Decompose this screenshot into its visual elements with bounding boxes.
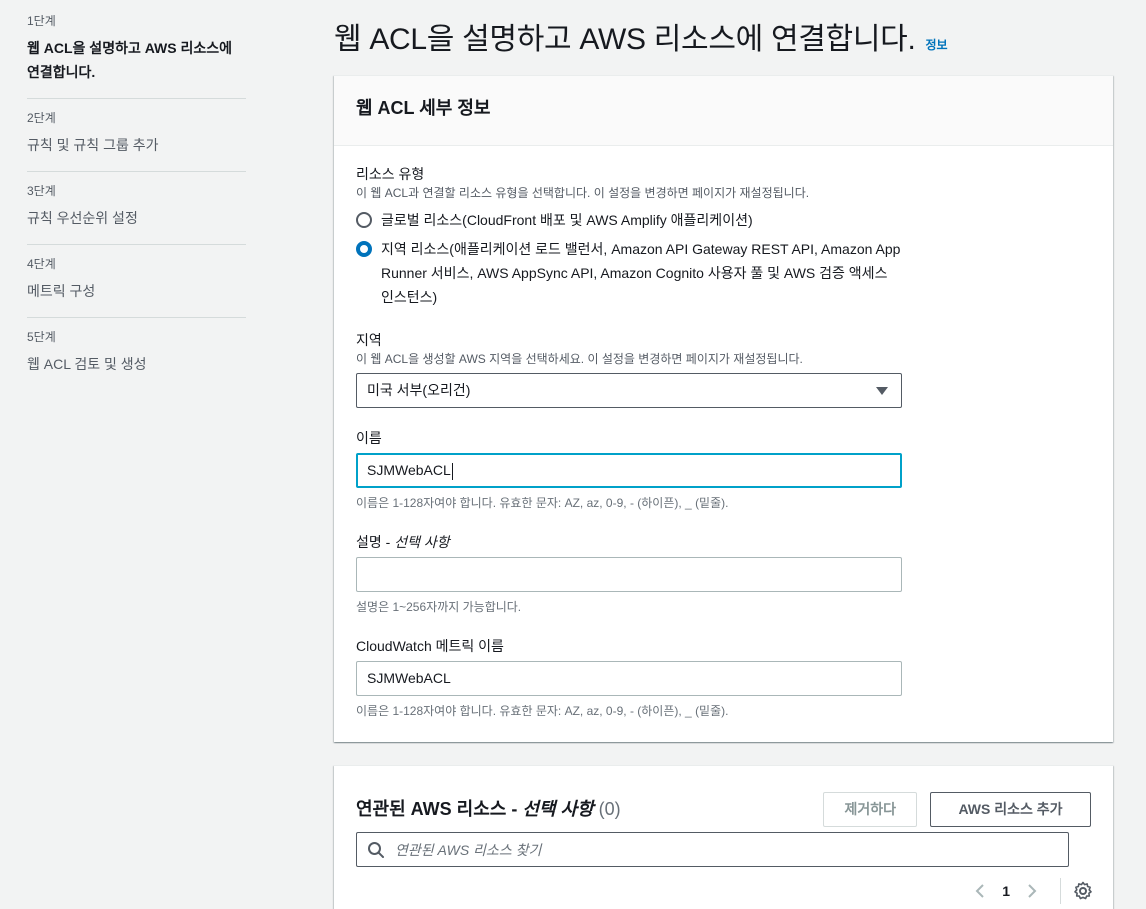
step-title[interactable]: 메트릭 구성 bbox=[27, 279, 246, 303]
search-placeholder: 연관된 AWS 리소스 찾기 bbox=[395, 841, 542, 858]
field-description: 이 웹 ACL을 생성할 AWS 지역을 선택하세요. 이 설정을 변경하면 페… bbox=[356, 352, 803, 366]
region-select[interactable]: 미국 서부(오리건) bbox=[356, 373, 902, 408]
chevron-right-icon[interactable] bbox=[1022, 882, 1040, 900]
field-description: 이 웹 ACL과 연결할 리소스 유형을 선택합니다. 이 설정을 변경하면 페… bbox=[356, 186, 810, 200]
field-label: 설명 - 선택 사항 bbox=[356, 534, 450, 550]
resources-heading: 연관된 AWS 리소스 - 선택 사항 (0) bbox=[356, 799, 621, 819]
info-link[interactable]: 정보 bbox=[926, 36, 948, 53]
step-number: 2단계 bbox=[27, 111, 56, 125]
field-constraint: 이름은 1-128자여야 합니다. 유효한 문자: AZ, az, 0-9, -… bbox=[356, 704, 729, 718]
add-aws-resource-button[interactable]: AWS 리소스 추가 bbox=[930, 791, 1091, 827]
step-title: 웹 ACL을 설명하고 AWS 리소스에 연결합니다. bbox=[27, 40, 233, 80]
pagination: 1 bbox=[960, 878, 1093, 904]
page-title: 웹 ACL을 설명하고 AWS 리소스에 연결합니다. bbox=[334, 23, 916, 56]
radio-label[interactable]: 지역 리소스(애플리케이션 로드 밸런서, Amazon API Gateway… bbox=[381, 237, 901, 309]
metric-name-input[interactable]: SJMWebACL bbox=[356, 661, 902, 696]
step-title[interactable]: 웹 ACL 검토 및 생성 bbox=[27, 352, 246, 376]
step-2[interactable]: 2단계 규칙 및 규칙 그룹 추가 bbox=[27, 99, 246, 172]
associated-resources-panel: 연관된 AWS 리소스 - 선택 사항 (0) 제거하다 AWS 리소스 추가 … bbox=[334, 765, 1113, 909]
field-constraint: 설명은 1~256자까지 가능합니다. bbox=[356, 600, 522, 614]
field-constraint: 이름은 1-128자여야 합니다. 유효한 문자: AZ, az, 0-9, -… bbox=[356, 496, 729, 510]
description-field: 설명 - 선택 사항 설명은 1~256자까지 가능합니다. bbox=[356, 532, 1091, 615]
radio-button[interactable] bbox=[356, 212, 372, 228]
step-1: 1단계 웹 ACL을 설명하고 AWS 리소스에 연결합니다. bbox=[27, 0, 246, 99]
region-field: 지역 이 웹 ACL을 생성할 AWS 지역을 선택하세요. 이 설정을 변경하… bbox=[356, 330, 1091, 408]
search-icon bbox=[368, 841, 384, 858]
current-page[interactable]: 1 bbox=[1002, 883, 1010, 899]
description-input[interactable] bbox=[356, 557, 902, 592]
radio-regional-resources[interactable]: 지역 리소스(애플리케이션 로드 밸런서, Amazon API Gateway… bbox=[356, 237, 1091, 309]
name-input[interactable]: SJMWebACL bbox=[356, 453, 902, 488]
name-field: 이름 SJMWebACL 이름은 1-128자여야 합니다. 유효한 문자: A… bbox=[356, 428, 1091, 511]
panel-heading: 웹 ACL 세부 정보 bbox=[334, 76, 1113, 146]
optional-label: 선택 사항 bbox=[394, 534, 450, 550]
radio-global-resources[interactable]: 글로벌 리소스(CloudFront 배포 및 AWS Amplify 애플리케… bbox=[356, 208, 1091, 232]
step-number: 5단계 bbox=[27, 330, 56, 344]
radio-label[interactable]: 글로벌 리소스(CloudFront 배포 및 AWS Amplify 애플리케… bbox=[381, 208, 901, 232]
field-label: 리소스 유형 bbox=[356, 166, 425, 182]
page-header: 웹 ACL을 설명하고 AWS 리소스에 연결합니다. 정보 bbox=[334, 14, 948, 58]
remove-button[interactable]: 제거하다 bbox=[823, 791, 917, 827]
gear-icon[interactable] bbox=[1073, 881, 1093, 901]
step-number: 4단계 bbox=[27, 257, 56, 271]
text-cursor bbox=[451, 462, 453, 480]
web-acl-details-panel: 웹 ACL 세부 정보 리소스 유형 이 웹 ACL과 연결할 리소스 유형을 … bbox=[334, 75, 1113, 742]
step-title[interactable]: 규칙 우선순위 설정 bbox=[27, 206, 246, 230]
step-number: 1단계 bbox=[27, 14, 56, 28]
field-label: 이름 bbox=[356, 430, 382, 446]
resource-search-input[interactable]: 연관된 AWS 리소스 찾기 bbox=[356, 832, 1069, 867]
step-3[interactable]: 3단계 규칙 우선순위 설정 bbox=[27, 172, 246, 245]
caret-down-icon bbox=[876, 387, 888, 395]
region-select-value: 미국 서부(오리건) bbox=[367, 382, 471, 398]
step-4[interactable]: 4단계 메트릭 구성 bbox=[27, 245, 246, 318]
resource-count: (0) bbox=[598, 799, 621, 819]
metric-input-value: SJMWebACL bbox=[367, 670, 451, 686]
chevron-left-icon[interactable] bbox=[972, 882, 990, 900]
step-5[interactable]: 5단계 웹 ACL 검토 및 생성 bbox=[27, 318, 246, 390]
divider bbox=[1060, 878, 1061, 904]
resource-type-field: 리소스 유형 이 웹 ACL과 연결할 리소스 유형을 선택합니다. 이 설정을… bbox=[356, 164, 1091, 309]
radio-button-checked[interactable] bbox=[356, 241, 372, 257]
name-input-value: SJMWebACL bbox=[367, 462, 451, 478]
field-label: CloudWatch 메트릭 이름 bbox=[356, 638, 504, 654]
cloudwatch-metric-field: CloudWatch 메트릭 이름 SJMWebACL 이름은 1-128자여야… bbox=[356, 636, 1091, 719]
field-label: 지역 bbox=[356, 332, 382, 348]
step-number: 3단계 bbox=[27, 184, 56, 198]
wizard-steps: 1단계 웹 ACL을 설명하고 AWS 리소스에 연결합니다. 2단계 규칙 및… bbox=[27, 0, 246, 390]
optional-label: 선택 사항 bbox=[522, 799, 594, 819]
step-title[interactable]: 규칙 및 규칙 그룹 추가 bbox=[27, 133, 246, 157]
